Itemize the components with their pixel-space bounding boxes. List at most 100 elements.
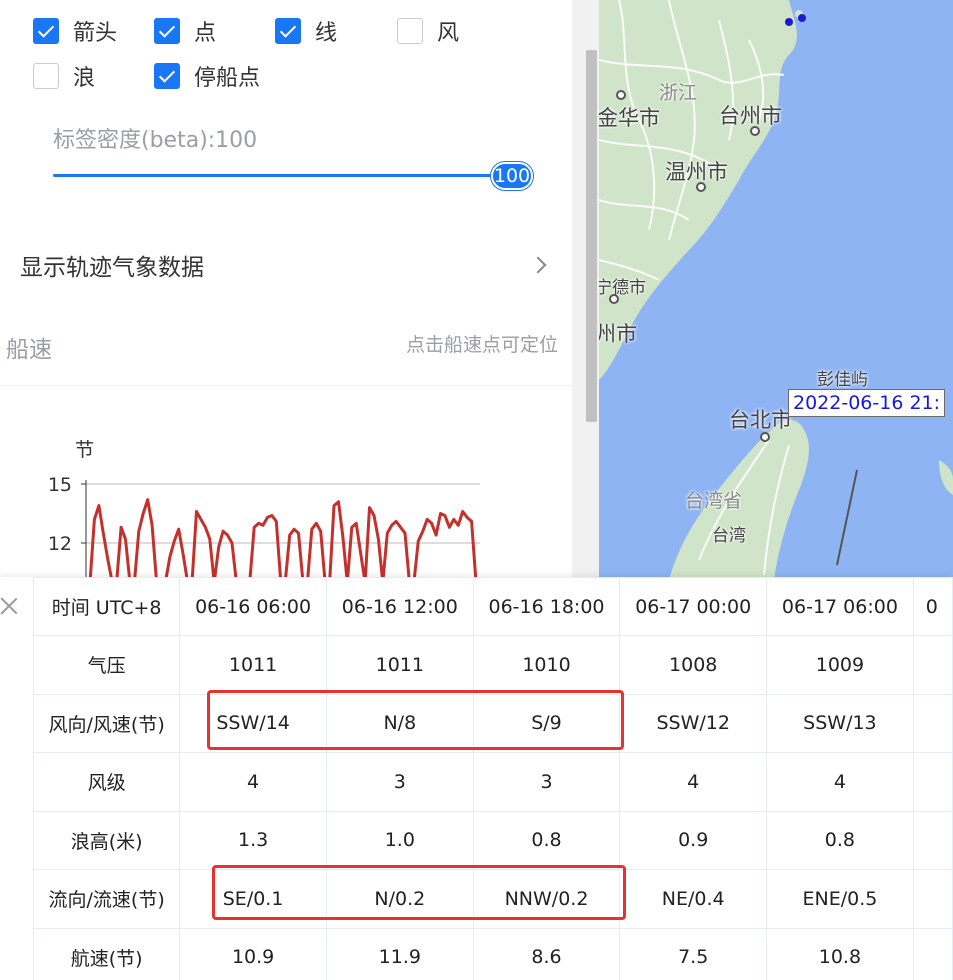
table-row-label: 航速(节) bbox=[32, 927, 181, 980]
label-density-slider-track[interactable] bbox=[53, 174, 515, 177]
table-cell: 10.9 bbox=[179, 927, 327, 980]
map-label-zhejiang: 浙江 bbox=[659, 82, 698, 104]
checkbox-wind[interactable]: 风 bbox=[397, 16, 459, 46]
checkbox-point[interactable]: 点 bbox=[154, 16, 216, 46]
table-cell: SSW/14 bbox=[179, 693, 327, 753]
table-header-time: 06-16 06:00 bbox=[179, 577, 327, 636]
speed-series-line[interactable] bbox=[88, 498, 478, 580]
table-cell: NE/0.4 bbox=[619, 869, 768, 929]
speed-section-hint: 点击船速点可定位 bbox=[405, 334, 558, 356]
table-cell: ENE/0.5 bbox=[766, 869, 914, 929]
checkbox-point-label: 点 bbox=[194, 21, 217, 46]
checkbox-anchorage-label: 停船点 bbox=[194, 66, 261, 91]
table-cell: 1011 bbox=[179, 635, 327, 695]
map-label-fuzhou: 州市 bbox=[599, 322, 637, 346]
city-marker bbox=[609, 294, 619, 304]
table-cell: 3 bbox=[325, 752, 474, 812]
table-cell: N/0.2 bbox=[325, 869, 474, 929]
table-cell: SSW/13 bbox=[766, 693, 914, 753]
table-row: 风向/风速(节) SSW/14 N/8 S/9 SSW/12 SSW/13 bbox=[32, 693, 953, 753]
table-row-label: 风向/风速(节) bbox=[32, 693, 181, 753]
checkbox-wind-box[interactable] bbox=[397, 18, 423, 44]
weather-table: 时间 UTC+8 06-16 06:00 06-16 12:00 06-16 18:0… bbox=[32, 577, 953, 980]
table-cell: 10.8 bbox=[766, 927, 914, 980]
speed-chart[interactable]: 节15 12 bbox=[0, 430, 572, 580]
checkbox-anchorage[interactable]: 停船点 bbox=[154, 61, 260, 91]
table-row-label: 流向/流速(节) bbox=[32, 869, 181, 929]
close-icon[interactable] bbox=[0, 595, 18, 617]
map-label-taizhou: 台州市 bbox=[719, 104, 782, 128]
map-view[interactable]: 浙江 金华市 台州市 温州市 宁德市 州市 彭佳屿 台北市 台湾省 台湾 bbox=[599, 0, 953, 580]
divider bbox=[0, 385, 572, 386]
table-cell: 3 bbox=[472, 752, 621, 812]
table-cell: 1008 bbox=[619, 635, 768, 695]
table-cell bbox=[912, 927, 953, 980]
checkbox-arrow-box[interactable] bbox=[33, 18, 59, 44]
table-cell: NNW/0.2 bbox=[472, 869, 621, 929]
island bbox=[939, 460, 953, 495]
map-label-wenzhou: 温州市 bbox=[665, 160, 728, 184]
show-track-weather-label: 显示轨迹气象数据 bbox=[20, 255, 204, 281]
table-cell bbox=[912, 752, 953, 812]
checkbox-wave-box[interactable] bbox=[33, 63, 59, 89]
table-cell: 0.8 bbox=[472, 810, 621, 870]
chevron-right-icon[interactable] bbox=[529, 256, 547, 274]
table-header-time: 0 bbox=[912, 577, 953, 636]
table-row: 气压 1011 1011 1010 1008 1009 bbox=[32, 635, 953, 695]
table-cell: 4 bbox=[179, 752, 327, 812]
table-cell: SSW/12 bbox=[619, 693, 768, 753]
table-cell: 4 bbox=[619, 752, 768, 812]
checkbox-point-box[interactable] bbox=[154, 18, 180, 44]
speed-section-title: 船速 bbox=[6, 337, 52, 363]
table-cell: 7.5 bbox=[619, 927, 768, 980]
table-cell: 0.9 bbox=[619, 810, 768, 870]
table-row-label: 浪高(米) bbox=[32, 810, 181, 870]
table-cell: 1009 bbox=[766, 635, 914, 695]
table-cell: 0.8 bbox=[766, 810, 914, 870]
y-tick-label: 12 bbox=[48, 533, 72, 555]
table-row: 航速(节) 10.9 11.9 8.6 7.5 10.8 bbox=[32, 927, 953, 980]
ship-track-line bbox=[836, 469, 858, 566]
table-cell: SE/0.1 bbox=[179, 869, 327, 929]
label-density-slider-thumb[interactable]: 100 bbox=[491, 162, 533, 190]
table-row: 浪高(米) 1.3 1.0 0.8 0.9 0.8 bbox=[32, 810, 953, 870]
city-marker bbox=[750, 126, 760, 136]
checkbox-line-label: 线 bbox=[315, 21, 338, 46]
map-label-taipei: 台北市 bbox=[729, 408, 792, 432]
map-canvas bbox=[599, 0, 953, 580]
table-cell: 1010 bbox=[472, 635, 621, 695]
checkbox-arrow[interactable]: 箭头 bbox=[33, 16, 117, 46]
table-cell bbox=[912, 693, 953, 753]
table-header-time-label: 时间 UTC+8 bbox=[32, 577, 181, 636]
city-marker bbox=[696, 182, 706, 192]
table-header-time: 06-17 00:00 bbox=[619, 577, 768, 636]
ship-point[interactable] bbox=[798, 14, 806, 22]
checkbox-wave-label: 浪 bbox=[73, 66, 96, 91]
ship-time-tag[interactable]: 2022-06-16 21: bbox=[788, 389, 946, 417]
table-cell: 1.0 bbox=[325, 810, 474, 870]
table-cell: S/9 bbox=[472, 693, 621, 753]
table-cell bbox=[912, 810, 953, 870]
map-label-ningde: 宁德市 bbox=[599, 278, 646, 298]
checkbox-wave[interactable]: 浪 bbox=[33, 61, 95, 91]
table-cell bbox=[912, 635, 953, 695]
map-label-taiwan-province: 台湾省 bbox=[685, 490, 743, 512]
map-label-jinhua: 金华市 bbox=[599, 106, 660, 130]
table-cell: 1.3 bbox=[179, 810, 327, 870]
scrollbar-thumb[interactable] bbox=[586, 50, 597, 422]
checkbox-line-box[interactable] bbox=[275, 18, 301, 44]
table-header-time: 06-16 12:00 bbox=[325, 577, 474, 636]
settings-panel: 箭头 点 线 风 浪 停船点 标签密度(beta):100 100 显示轨迹气象… bbox=[0, 0, 572, 580]
table-cell: 8.6 bbox=[472, 927, 621, 980]
table-header-row: 时间 UTC+8 06-16 06:00 06-16 12:00 06-16 18:0… bbox=[32, 577, 953, 636]
checkbox-anchorage-box[interactable] bbox=[154, 63, 180, 89]
table-row: 风级 4 3 3 4 4 bbox=[32, 752, 953, 812]
table-cell: 1011 bbox=[325, 635, 474, 695]
show-track-weather-row[interactable]: 显示轨迹气象数据 bbox=[20, 246, 550, 284]
y-tick-label: 15 bbox=[48, 474, 72, 496]
table-row: 流向/流速(节) SE/0.1 N/0.2 NNW/0.2 NE/0.4 ENE/0.5 bbox=[32, 869, 953, 929]
ship-point[interactable] bbox=[785, 18, 793, 26]
table-header-time: 06-17 06:00 bbox=[766, 577, 914, 636]
checkbox-line[interactable]: 线 bbox=[275, 16, 337, 46]
table-cell bbox=[912, 869, 953, 929]
